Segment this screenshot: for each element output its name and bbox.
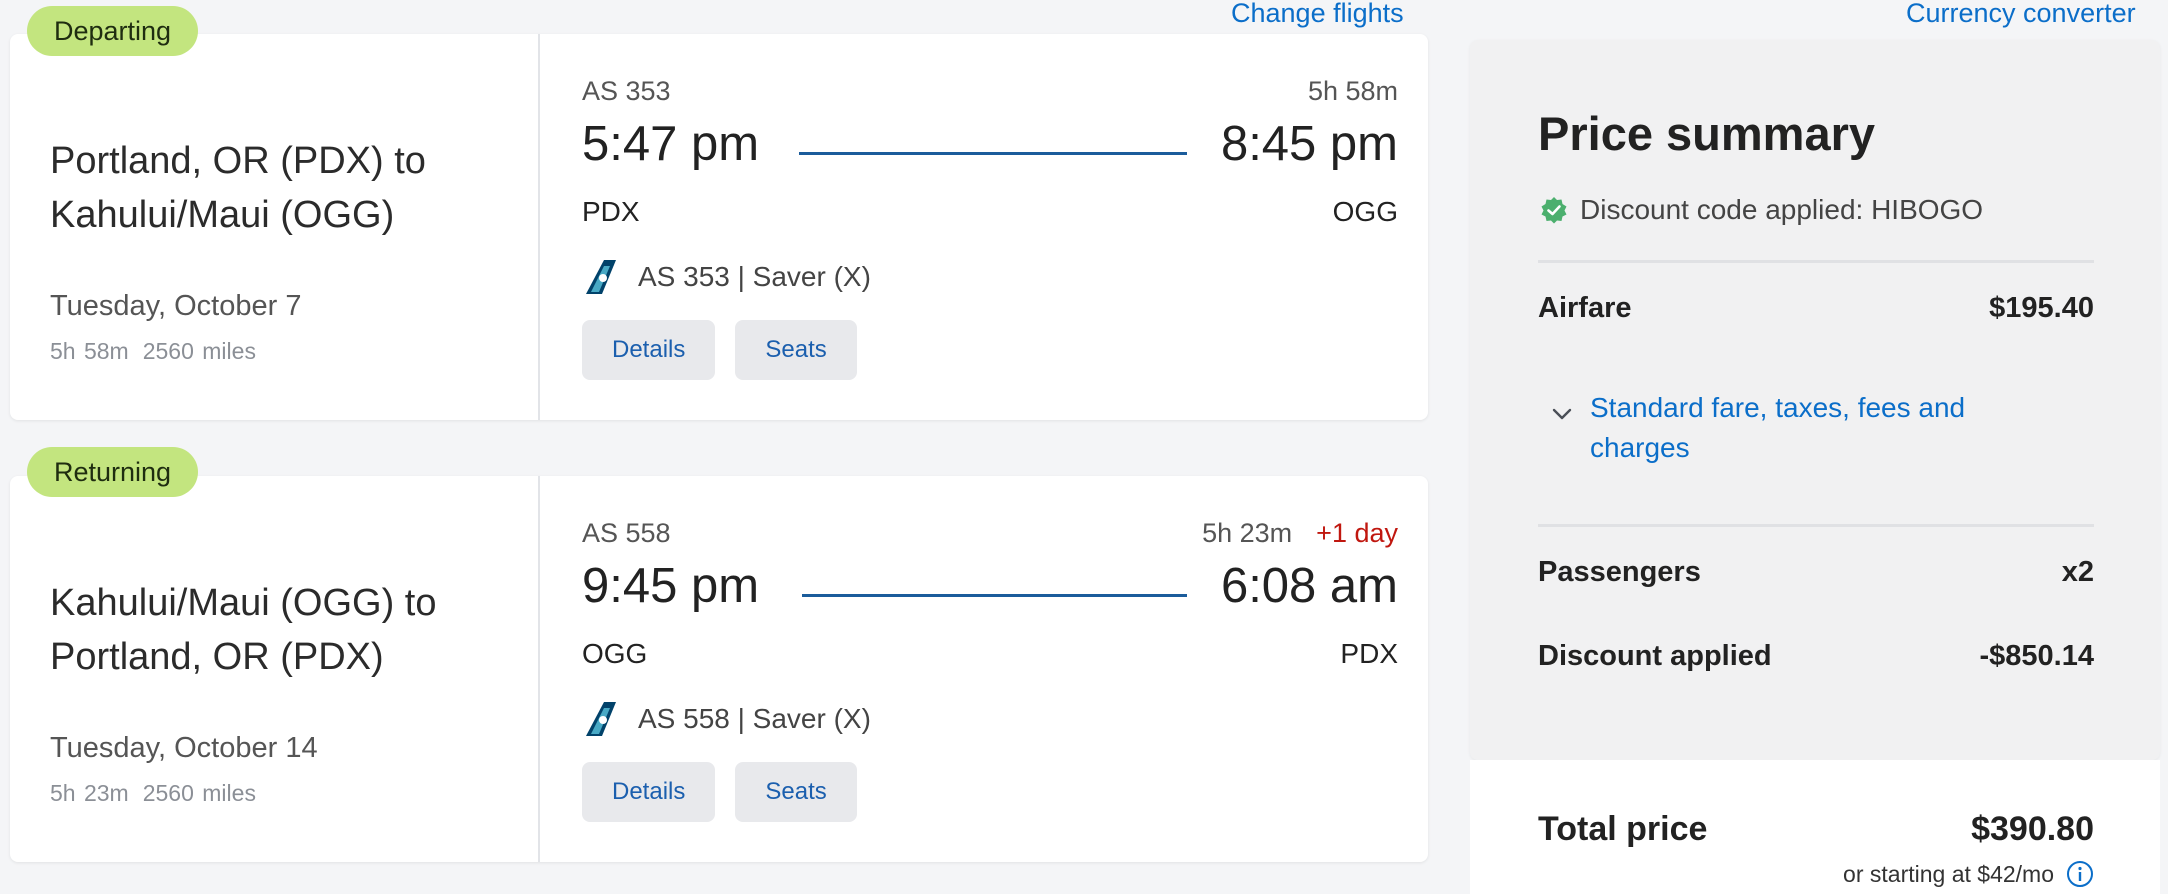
total-price-row: Total price $390.80 — [1538, 810, 2094, 849]
carrier-row: AS 353 | Saver (X) — [582, 258, 871, 296]
distance: 2560 miles — [142, 338, 256, 364]
flight-duration: 5h 23m +1 day — [1202, 518, 1398, 549]
returning-flight-details: AS 558 5h 23m +1 day 9:45 pm 6:08 am OGG … — [582, 476, 1398, 862]
discount-value: -$850.14 — [1979, 640, 2095, 672]
departure-airport: PDX — [582, 196, 640, 227]
flight-date: Tuesday, October 14 — [50, 732, 318, 764]
price-summary-title: Price summary — [1538, 107, 1876, 160]
flight-number: AS 353 — [582, 76, 671, 106]
route-title: Kahului/Maui (OGG) to Portland, OR (PDX) — [50, 582, 437, 678]
discount-label: Discount applied — [1538, 640, 1772, 672]
financing-text: or starting at $42/mo — [1843, 860, 2054, 887]
duration-text: 5h 58m — [1307, 76, 1398, 106]
divider — [1538, 260, 2094, 263]
carrier-fare-info: AS 558 | Saver (X) — [638, 703, 871, 734]
change-flights-link[interactable]: Change flights — [1231, 0, 1404, 30]
fare-breakdown-toggle[interactable]: Standard fare, taxes, fees and charges — [1550, 388, 2010, 468]
departing-badge: Departing — [27, 6, 199, 56]
total-duration: 5h 23m — [50, 780, 129, 806]
discount-code-row: Discount code applied: HIBOGO — [1540, 194, 1983, 226]
seats-button[interactable]: Seats — [735, 762, 857, 822]
route-title: Portland, OR (PDX) to Kahului/Maui (OGG) — [50, 140, 426, 236]
passengers-row: Passengers x2 — [1538, 556, 2094, 589]
returning-badge: Returning — [27, 447, 199, 497]
discount-row: Discount applied -$850.14 — [1538, 640, 2094, 673]
alaska-tail-icon — [586, 260, 616, 294]
fare-breakdown-link[interactable]: Standard fare, taxes, fees and charges — [1590, 388, 2010, 468]
departing-flight-details: AS 353 5h 58m 5:47 pm 8:45 pm PDX OGG AS… — [582, 34, 1398, 420]
discount-code-text: Discount code applied: HIBOGO — [1580, 194, 1984, 225]
flight-meta: 5h 23m 2560 miles — [50, 780, 256, 807]
departure-time: 5:47 pm — [582, 117, 760, 171]
flight-date: Tuesday, October 7 — [50, 290, 302, 322]
carrier-fare-info: AS 353 | Saver (X) — [638, 261, 871, 292]
verified-check-icon — [1541, 197, 1567, 224]
carrier-row: AS 558 | Saver (X) — [582, 700, 871, 738]
details-button[interactable]: Details — [582, 320, 716, 380]
airfare-label: Airfare — [1538, 292, 1632, 324]
total-duration: 5h 58m — [50, 338, 129, 364]
returning-route-summary: Kahului/Maui (OGG) to Portland, OR (PDX)… — [10, 476, 540, 862]
currency-converter-link[interactable]: Currency converter — [1906, 0, 2136, 30]
price-summary-panel: Price summary Discount code applied: HIB… — [1470, 40, 2160, 760]
financing-row: or starting at $42/mo — [1843, 860, 2094, 888]
arrival-airport: OGG — [1332, 196, 1398, 227]
seats-button[interactable]: Seats — [735, 320, 857, 380]
returning-flight-card: Kahului/Maui (OGG) to Portland, OR (PDX)… — [10, 476, 1428, 862]
route-line — [799, 152, 1187, 155]
distance: 2560 miles — [142, 780, 256, 806]
duration-text: 5h 23m — [1202, 518, 1293, 548]
departure-time: 9:45 pm — [582, 559, 760, 613]
flight-meta: 5h 58m 2560 miles — [50, 338, 256, 365]
passengers-value: x2 — [2061, 556, 2094, 588]
flight-actions: Details Seats — [582, 320, 857, 380]
arrival-airport: PDX — [1340, 638, 1398, 669]
next-day-indicator: +1 day — [1316, 518, 1398, 548]
total-value: $390.80 — [1971, 810, 2094, 848]
total-label: Total price — [1538, 810, 1708, 848]
arrival-time: 6:08 am — [1220, 559, 1398, 613]
airfare-row: Airfare $195.40 — [1538, 292, 2094, 325]
departure-airport: OGG — [582, 638, 648, 669]
route-line — [802, 594, 1187, 597]
passengers-label: Passengers — [1538, 556, 1701, 588]
flight-duration: 5h 58m — [1308, 76, 1398, 107]
arrival-time: 8:45 pm — [1220, 117, 1398, 171]
flight-number: AS 558 — [582, 518, 671, 548]
info-icon[interactable] — [2066, 860, 2094, 888]
total-price-panel: Total price $390.80 or starting at $42/m… — [1470, 760, 2160, 894]
chevron-down-icon — [1552, 408, 1572, 420]
divider — [1538, 524, 2094, 527]
departing-route-summary: Portland, OR (PDX) to Kahului/Maui (OGG)… — [10, 34, 540, 420]
alaska-tail-icon — [586, 702, 616, 736]
details-button[interactable]: Details — [582, 762, 716, 822]
departing-flight-card: Portland, OR (PDX) to Kahului/Maui (OGG)… — [10, 34, 1428, 420]
flight-actions: Details Seats — [582, 762, 857, 822]
airfare-value: $195.40 — [1989, 292, 2094, 324]
